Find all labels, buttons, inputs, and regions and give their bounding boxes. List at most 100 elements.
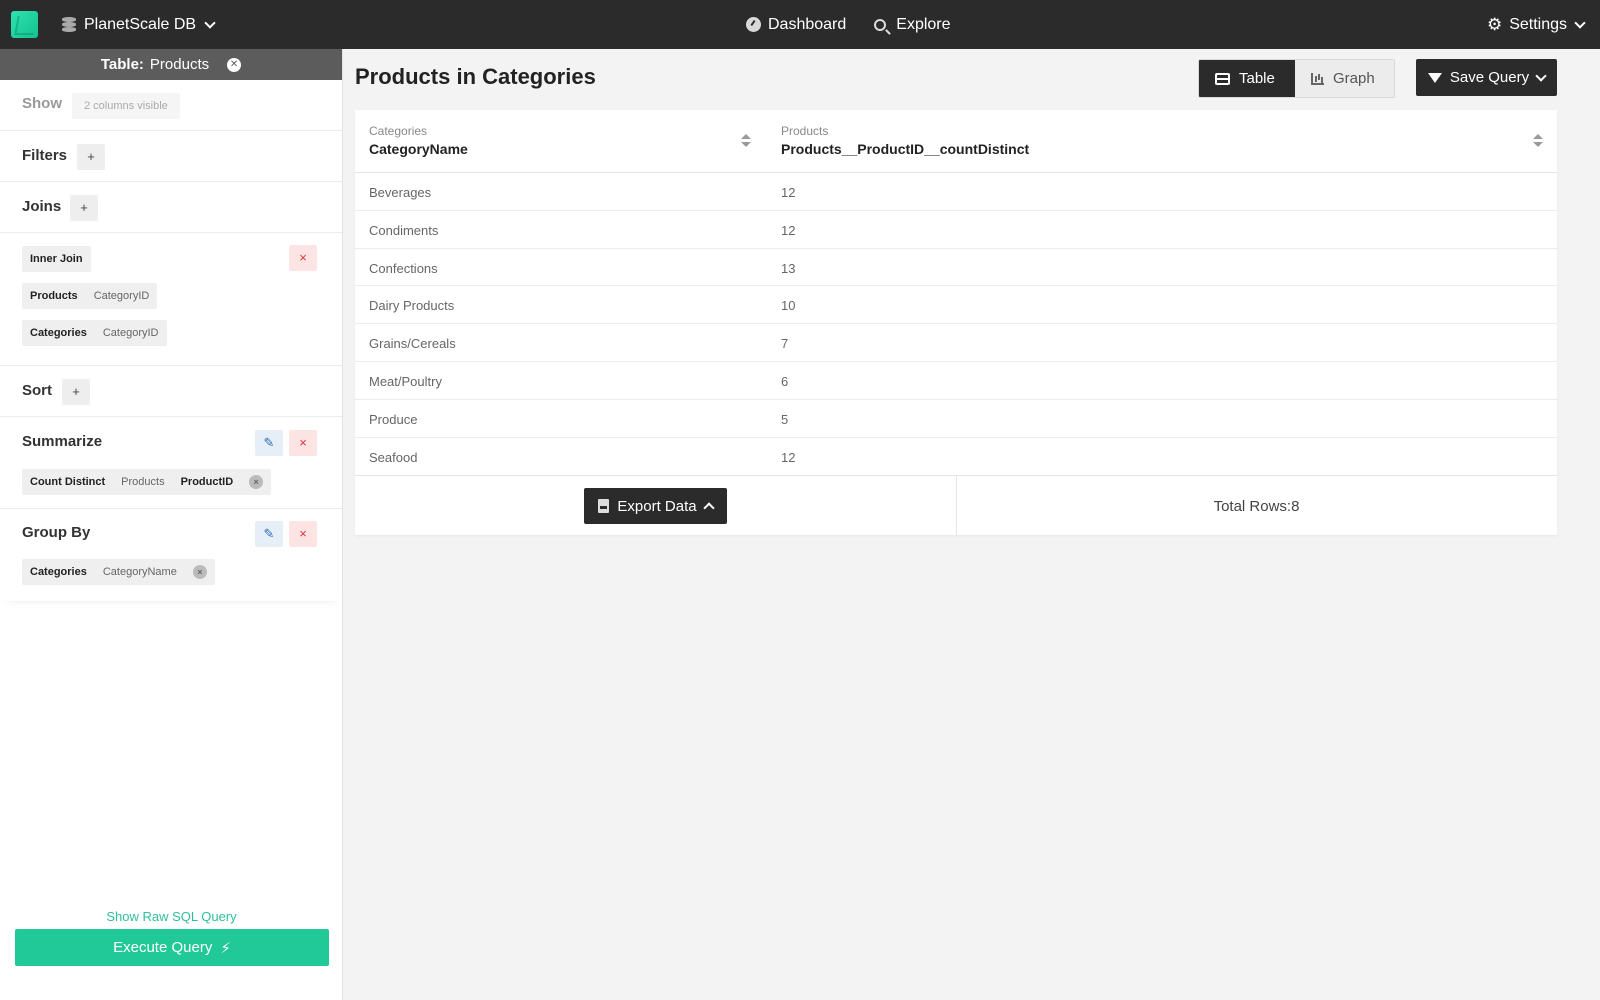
total-rows-count: Total Rows:8 xyxy=(956,476,1557,536)
remove-group-by-button[interactable]: × xyxy=(289,521,317,547)
remove-group-by-chip-icon[interactable]: × xyxy=(193,565,207,579)
cell-category: Produce xyxy=(369,412,417,427)
join-type-chip[interactable]: Inner Join xyxy=(22,246,91,272)
tab-graph-label: Graph xyxy=(1333,70,1375,87)
save-query-label: Save Query xyxy=(1450,69,1529,86)
top-nav: Dashboard Explore xyxy=(746,0,951,49)
tab-table-label: Table xyxy=(1239,70,1275,87)
cell-count: 6 xyxy=(781,374,788,389)
bar-chart-icon xyxy=(1311,73,1324,85)
table-label: Table: xyxy=(101,56,144,73)
filter-icon xyxy=(1428,73,1442,83)
cell-count: 13 xyxy=(781,261,795,276)
summarize-function: Count Distinct xyxy=(30,476,105,488)
lightning-icon: ⚡ xyxy=(220,939,231,957)
cell-category: Condiments xyxy=(369,223,438,238)
remove-summarize-chip-icon[interactable]: × xyxy=(249,475,263,489)
table-row: Beverages 12 xyxy=(355,173,1557,211)
database-icon xyxy=(62,17,76,32)
join-left-table: Products xyxy=(30,290,78,302)
page-title: Products in Categories xyxy=(355,64,596,90)
database-name: PlanetScale DB xyxy=(84,16,196,34)
table-header: Table: Products ✕ xyxy=(0,49,342,80)
edit-group-by-button[interactable]: ✎ xyxy=(255,521,283,547)
join-detail-section: Inner Join × Products CategoryID Categor… xyxy=(0,233,342,366)
cell-count: 7 xyxy=(781,336,788,351)
summarize-chip[interactable]: Count Distinct Products ProductID × xyxy=(22,469,271,495)
chevron-up-icon xyxy=(703,502,714,513)
show-raw-sql-link[interactable]: Show Raw SQL Query xyxy=(0,909,343,924)
show-section: Show 2 columns visible xyxy=(0,80,342,131)
search-icon xyxy=(874,19,886,31)
sort-section: Sort + xyxy=(0,366,342,417)
group-by-title: Group By xyxy=(22,524,90,541)
add-filter-button[interactable]: + xyxy=(77,144,105,170)
filters-section: Filters + xyxy=(0,131,342,182)
summarize-title: Summarize xyxy=(22,433,102,450)
columns-visible-chip[interactable]: 2 columns visible xyxy=(72,93,180,119)
top-bar: PlanetScale DB Dashboard Explore ⚙ Setti… xyxy=(0,0,1600,49)
remove-summarize-button[interactable]: × xyxy=(289,430,317,456)
table-row: Seafood 12 xyxy=(355,438,1557,476)
export-data-button[interactable]: Export Data xyxy=(584,488,727,524)
column-source-table: Products xyxy=(781,124,1029,138)
cell-category: Grains/Cereals xyxy=(369,336,456,351)
nav-explore[interactable]: Explore xyxy=(874,16,950,34)
cell-category: Meat/Poultry xyxy=(369,374,442,389)
summarize-column: ProductID xyxy=(181,476,234,488)
group-by-column: CategoryName xyxy=(103,566,177,578)
gear-icon: ⚙ xyxy=(1487,16,1502,33)
app-logo-icon[interactable] xyxy=(11,11,38,38)
join-left-chip[interactable]: Products CategoryID xyxy=(22,283,157,309)
cell-count: 5 xyxy=(781,412,788,427)
query-builder-sidebar: Table: Products ✕ Show 2 columns visible… xyxy=(0,49,343,1000)
filters-title: Filters xyxy=(22,147,67,164)
summarize-table: Products xyxy=(121,476,164,488)
nav-dashboard[interactable]: Dashboard xyxy=(746,16,846,34)
tab-graph[interactable]: Graph xyxy=(1295,60,1394,97)
cell-category: Beverages xyxy=(369,185,431,200)
sort-icon[interactable] xyxy=(1533,134,1543,148)
column-source-table: Categories xyxy=(369,124,468,138)
nav-explore-label: Explore xyxy=(896,16,950,34)
column-header-count[interactable]: Products Products__ProductID__countDisti… xyxy=(781,124,1029,157)
remove-join-button[interactable]: × xyxy=(289,245,317,271)
add-sort-button[interactable]: + xyxy=(62,379,90,405)
cell-count: 12 xyxy=(781,185,795,200)
sort-title: Sort xyxy=(22,382,52,399)
join-right-table: Categories xyxy=(30,327,87,339)
column-name: Products__ProductID__countDistinct xyxy=(781,141,1029,157)
group-by-section: Group By ✎ × Categories CategoryName × xyxy=(0,509,342,601)
group-by-table: Categories xyxy=(30,566,87,578)
table-row: Condiments 12 xyxy=(355,211,1557,249)
csv-file-icon xyxy=(598,499,609,513)
settings-menu[interactable]: ⚙ Settings xyxy=(1487,0,1584,49)
edit-summarize-button[interactable]: ✎ xyxy=(255,430,283,456)
close-table-icon[interactable]: ✕ xyxy=(227,58,241,72)
sort-icon[interactable] xyxy=(741,134,751,148)
cell-count: 10 xyxy=(781,298,795,313)
tab-table[interactable]: Table xyxy=(1199,60,1295,97)
cell-category: Seafood xyxy=(369,450,417,465)
settings-label: Settings xyxy=(1509,16,1567,34)
chevron-down-icon xyxy=(204,17,215,28)
joins-header-section: Joins + xyxy=(0,182,342,233)
save-query-button[interactable]: Save Query xyxy=(1416,59,1557,96)
execute-query-button[interactable]: Execute Query ⚡ xyxy=(15,929,329,966)
table-icon xyxy=(1215,73,1230,85)
join-type-label: Inner Join xyxy=(30,253,83,265)
dashboard-icon xyxy=(746,17,761,32)
table-name: Products xyxy=(150,56,209,73)
table-row: Confections 13 xyxy=(355,249,1557,287)
database-selector[interactable]: PlanetScale DB xyxy=(62,0,214,49)
table-row: Dairy Products 10 xyxy=(355,286,1557,324)
nav-dashboard-label: Dashboard xyxy=(768,16,846,34)
add-join-button[interactable]: + xyxy=(70,195,98,221)
group-by-chip[interactable]: Categories CategoryName × xyxy=(22,559,215,585)
join-right-chip[interactable]: Categories CategoryID xyxy=(22,320,167,346)
column-header-category[interactable]: Categories CategoryName xyxy=(369,124,468,157)
table-row: Grains/Cereals 7 xyxy=(355,324,1557,362)
chevron-down-icon xyxy=(1574,17,1585,28)
chevron-down-icon xyxy=(1535,70,1546,81)
results-table: Categories CategoryName Products Product… xyxy=(355,110,1557,535)
